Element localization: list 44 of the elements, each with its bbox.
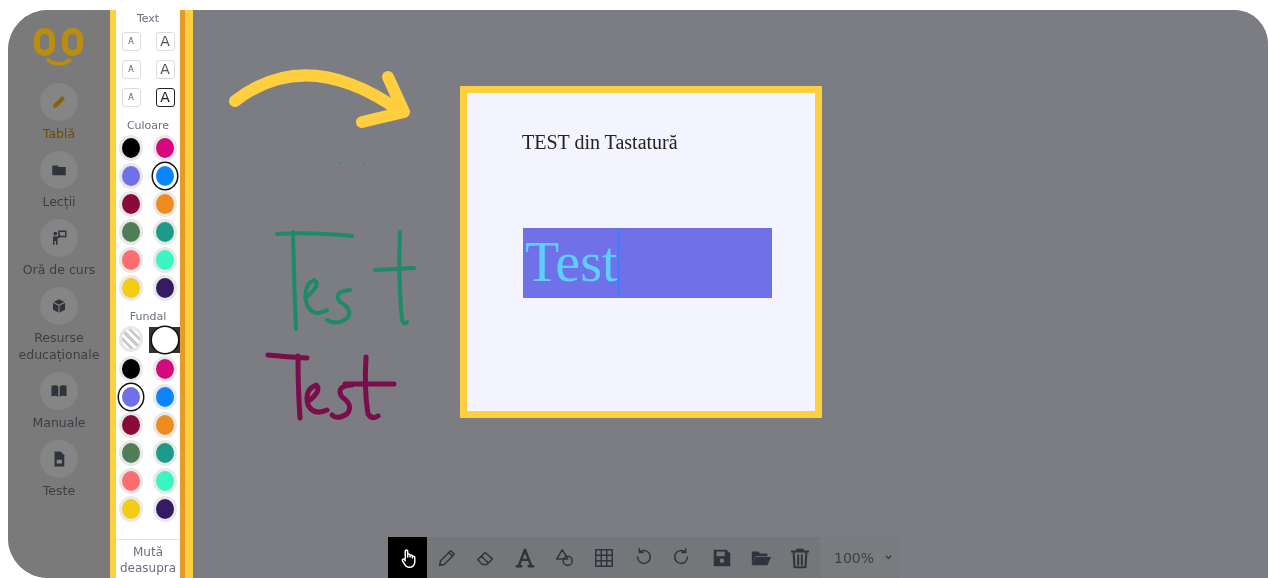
color-swatch[interactable] — [153, 191, 177, 217]
text-size-button[interactable]: A — [155, 31, 175, 51]
color-swatch[interactable] — [119, 163, 143, 189]
color-swatch[interactable] — [153, 468, 177, 494]
text-size-button[interactable]: A — [121, 59, 141, 79]
color-swatch[interactable] — [119, 191, 143, 217]
color-swatch[interactable] — [119, 496, 143, 522]
text-size-button[interactable]: A — [121, 87, 141, 107]
transparent-swatch[interactable] — [119, 326, 143, 352]
color-swatch[interactable] — [153, 135, 177, 161]
teacher-icon — [50, 229, 68, 247]
section-title: Fundal — [129, 310, 167, 323]
book-icon — [50, 382, 68, 400]
color-swatch[interactable] — [119, 412, 143, 438]
pencil-icon — [50, 93, 68, 111]
text-size-button[interactable]: A — [155, 87, 175, 107]
color-swatch[interactable] — [153, 412, 177, 438]
color-swatch[interactable] — [119, 219, 143, 245]
color-swatch[interactable] — [119, 468, 143, 494]
color-swatch[interactable] — [119, 135, 143, 161]
text-box[interactable]: TEST din Tastatură Test — [460, 86, 822, 418]
trash-icon — [789, 546, 812, 569]
color-swatch[interactable] — [153, 219, 177, 245]
section-title: Culoare — [126, 119, 170, 132]
color-swatch[interactable] — [119, 247, 143, 273]
caret-icon — [884, 553, 893, 562]
cube-icon — [50, 297, 68, 315]
color-swatch[interactable] — [119, 275, 143, 301]
text-heading: TEST din Tastatură — [522, 131, 678, 154]
color-swatch[interactable] — [153, 384, 177, 410]
text-size-button[interactable]: A — [121, 31, 141, 51]
tool-button[interactable] — [388, 537, 428, 578]
shapes-icon — [553, 546, 576, 569]
color-swatch[interactable] — [153, 356, 177, 382]
section-title: Text — [136, 12, 160, 25]
text-icon — [514, 546, 537, 569]
color-swatch[interactable] — [119, 356, 143, 382]
text-size-button[interactable]: A — [155, 59, 175, 79]
grid-icon — [592, 546, 615, 569]
color-swatch[interactable] — [153, 247, 177, 273]
color-swatch[interactable] — [153, 496, 177, 522]
color-swatch[interactable] — [153, 275, 177, 301]
color-swatch[interactable] — [153, 440, 177, 466]
color-swatch[interactable] — [119, 440, 143, 466]
